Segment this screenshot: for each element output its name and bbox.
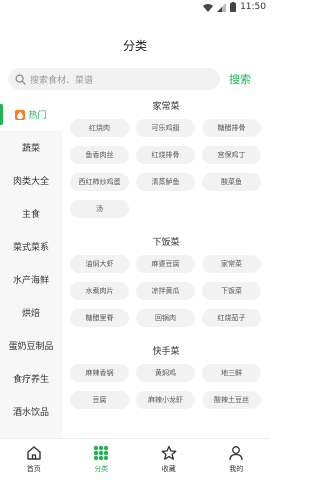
tab-favorites[interactable]: 收藏 xyxy=(135,439,203,480)
search-button[interactable]: 搜索 xyxy=(229,71,251,87)
section-title: 下饭菜 xyxy=(152,238,180,248)
grid-icon xyxy=(94,445,109,461)
sidebar-item-health[interactable]: 食疗养生 xyxy=(0,362,62,395)
category-content: 家常菜 红烧肉 可乐鸡翅 糖醋排骨 鱼香肉丝 红烧排骨 宫保鸡丁 西红柿炒鸡蛋 … xyxy=(62,98,270,438)
recipe-tag[interactable]: 宫保鸡丁 xyxy=(202,146,261,164)
recipe-tag[interactable]: 糖醋里脊 xyxy=(70,309,129,327)
section-quick-dishes: 快手菜 麻辣香锅 黄焖鸡 地三鲜 豆腐 麻辣小龙虾 酸辣土豆丝 xyxy=(62,344,270,409)
tab-home[interactable]: 首页 xyxy=(0,439,68,480)
tab-label: 首页 xyxy=(26,465,41,473)
recipe-tag[interactable]: 油焖大虾 xyxy=(70,255,129,273)
recipe-tag[interactable]: 红烧排骨 xyxy=(136,146,195,164)
recipe-tag[interactable]: 西红柿炒鸡蛋 xyxy=(70,173,129,191)
search-input[interactable]: 搜索食材、菜谱 xyxy=(8,68,220,90)
sidebar-item-label: 热门 xyxy=(28,111,47,121)
tab-label: 收藏 xyxy=(161,465,176,473)
section-rice-dishes: 下饭菜 油焖大虾 麻婆豆腐 家常菜 水煮肉片 凉拌黄瓜 下饭菜 糖醋里脊 回锅肉… xyxy=(62,235,270,327)
sidebar-item-label: 菜式菜系 xyxy=(12,243,49,253)
sidebar-item-drinks[interactable]: 酒水饮品 xyxy=(0,395,62,428)
tab-profile[interactable]: 我的 xyxy=(203,439,271,480)
recipe-tag[interactable]: 酸辣土豆丝 xyxy=(202,391,261,409)
recipe-tag[interactable]: 家常菜 xyxy=(202,255,261,273)
status-bar: 11:50 xyxy=(0,0,270,14)
recipe-tag[interactable]: 水煮肉片 xyxy=(70,282,129,300)
recipe-tag[interactable]: 麻辣香锅 xyxy=(70,364,129,382)
sidebar-item-baking[interactable]: 烘焙 xyxy=(0,296,62,329)
search-row: 搜索食材、菜谱 搜索 xyxy=(8,68,264,90)
search-icon xyxy=(15,73,26,85)
sidebar-item-label: 肉类大全 xyxy=(12,177,49,187)
status-time: 11:50 xyxy=(240,2,266,12)
recipe-tag[interactable]: 糖醋排骨 xyxy=(202,119,261,137)
category-sidebar: 热门 蔬菜 肉类大全 主食 菜式菜系 水产海鲜 烘焙 蛋奶豆制品 食疗养生 酒水… xyxy=(0,98,62,438)
signal-icon xyxy=(217,2,227,12)
sidebar-item-label: 蛋奶豆制品 xyxy=(8,342,54,352)
sidebar-item-label: 食疗养生 xyxy=(12,375,49,385)
recipe-tag[interactable]: 麻婆豆腐 xyxy=(136,255,195,273)
wifi-icon xyxy=(203,3,214,12)
sidebar-item-staple[interactable]: 主食 xyxy=(0,197,62,230)
sidebar-item-vegetables[interactable]: 蔬菜 xyxy=(0,131,62,164)
recipe-tag[interactable]: 清蒸鲈鱼 xyxy=(136,173,195,191)
sidebar-item-egg-dairy-tofu[interactable]: 蛋奶豆制品 xyxy=(0,329,62,362)
recipe-tag[interactable]: 下饭菜 xyxy=(202,282,261,300)
recipe-tag[interactable]: 回锅肉 xyxy=(136,309,195,327)
home-icon xyxy=(27,446,41,460)
tab-label: 分类 xyxy=(94,465,109,473)
search-placeholder: 搜索食材、菜谱 xyxy=(30,75,94,86)
sidebar-item-label: 水产海鲜 xyxy=(12,276,49,286)
bottom-tab-bar: 首页 分类 收藏 我的 xyxy=(0,438,270,480)
recipe-tag[interactable]: 鱼香肉丝 xyxy=(70,146,129,164)
sidebar-item-label: 主食 xyxy=(21,210,40,220)
sidebar-item-label: 烘焙 xyxy=(21,309,40,319)
tab-label: 我的 xyxy=(229,465,244,473)
sidebar-item-meat[interactable]: 肉类大全 xyxy=(0,164,62,197)
section-title: 家常菜 xyxy=(152,102,180,112)
recipe-tag[interactable]: 地三鲜 xyxy=(202,364,261,382)
section-title: 快手菜 xyxy=(152,347,180,357)
sidebar-item-hot[interactable]: 热门 xyxy=(0,98,62,131)
fire-icon xyxy=(15,109,26,120)
battery-icon xyxy=(230,2,237,12)
section-home-cooking: 家常菜 红烧肉 可乐鸡翅 糖醋排骨 鱼香肉丝 红烧排骨 宫保鸡丁 西红柿炒鸡蛋 … xyxy=(62,99,270,218)
recipe-tag[interactable]: 汤 xyxy=(70,200,129,218)
tab-category[interactable]: 分类 xyxy=(68,439,136,480)
page-title: 分类 xyxy=(122,39,147,53)
sidebar-item-label: 蔬菜 xyxy=(21,144,40,154)
recipe-tag[interactable]: 可乐鸡翅 xyxy=(136,119,195,137)
star-icon xyxy=(161,445,177,460)
recipe-tag[interactable]: 黄焖鸡 xyxy=(136,364,195,382)
recipe-tag[interactable]: 红烧茄子 xyxy=(202,309,261,327)
recipe-tag[interactable]: 凉拌黄瓜 xyxy=(136,282,195,300)
recipe-tag[interactable]: 红烧肉 xyxy=(70,119,129,137)
recipe-tag[interactable]: 豆腐 xyxy=(70,391,129,409)
sidebar-item-label: 酒水饮品 xyxy=(12,408,49,418)
recipe-tag[interactable]: 麻辣小龙虾 xyxy=(136,391,195,409)
recipe-tag[interactable]: 酸菜鱼 xyxy=(202,173,261,191)
sidebar-item-cuisine[interactable]: 菜式菜系 xyxy=(0,230,62,263)
user-icon xyxy=(229,446,243,461)
sidebar-item-seafood[interactable]: 水产海鲜 xyxy=(0,263,62,296)
